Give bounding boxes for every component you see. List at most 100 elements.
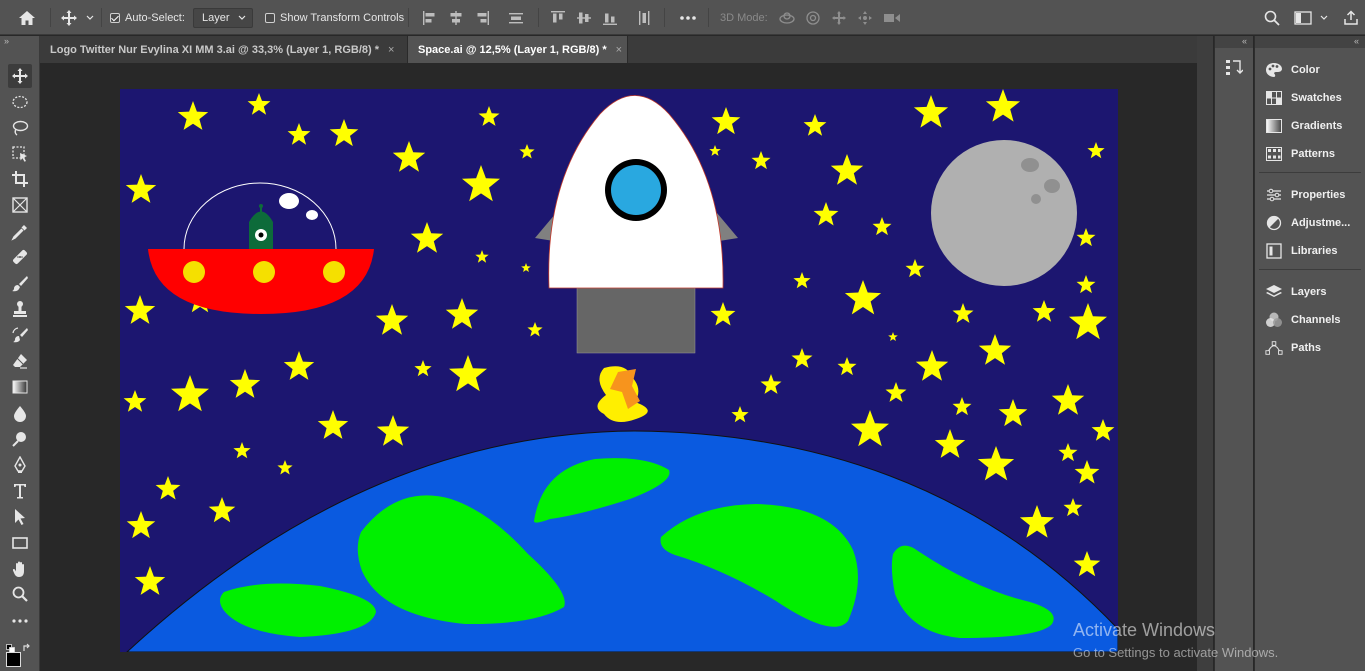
history-panel-icon[interactable]	[1225, 58, 1244, 83]
paths-icon	[1265, 339, 1283, 357]
document-canvas[interactable]	[120, 89, 1118, 652]
eraser-tool-icon[interactable]	[8, 349, 32, 373]
share-icon[interactable]	[1343, 0, 1359, 35]
align-left-edges-icon[interactable]	[422, 0, 438, 35]
panel-channels[interactable]: Channels	[1255, 306, 1365, 334]
scale-3d-icon[interactable]	[883, 0, 901, 35]
more-options-icon[interactable]	[679, 0, 697, 35]
color-swatches[interactable]	[6, 640, 32, 668]
adjustments-icon	[1265, 214, 1283, 232]
preset-chevron-down-icon[interactable]	[86, 0, 94, 35]
panel-label: Layers	[1291, 286, 1327, 298]
moon	[931, 140, 1077, 286]
layers-icon	[1265, 283, 1283, 301]
history-brush-tool-icon[interactable]	[8, 323, 32, 347]
align-top-edges-icon[interactable]	[550, 0, 566, 35]
distribute-vertical-icon[interactable]	[508, 0, 524, 35]
auto-select-label: Auto-Select:	[125, 11, 185, 24]
dodge-tool-icon[interactable]	[8, 427, 32, 451]
frame-tool-icon[interactable]	[8, 193, 32, 217]
distribute-horizontal-icon[interactable]	[636, 0, 652, 35]
auto-select-check-icon	[110, 12, 120, 23]
document-tab-bar: Logo Twitter Nur Evylina XI MM 3.ai @ 33…	[40, 36, 1197, 63]
tab-close-icon[interactable]: ×	[388, 44, 394, 56]
tab-close-icon[interactable]: ×	[616, 44, 622, 56]
show-transform-check-icon	[265, 12, 275, 23]
activate-windows-title: Activate Windows	[1073, 620, 1216, 640]
align-right-edges-icon[interactable]	[474, 0, 490, 35]
tab-logo-twitter[interactable]: Logo Twitter Nur Evylina XI MM 3.ai @ 33…	[40, 36, 408, 63]
align-bottom-edges-icon[interactable]	[602, 0, 618, 35]
object-selection-tool-icon[interactable]	[8, 142, 32, 166]
type-tool-icon[interactable]	[8, 479, 32, 503]
show-transform-checkbox[interactable]: Show Transform Controls	[265, 0, 404, 35]
panel-swatches[interactable]: Swatches	[1255, 84, 1365, 112]
pen-tool-icon[interactable]	[8, 453, 32, 477]
show-transform-label: Show Transform Controls	[280, 11, 405, 24]
panel-label: Color	[1291, 64, 1320, 76]
default-colors-icon[interactable]	[6, 640, 15, 653]
elliptical-marquee-tool-icon[interactable]	[8, 90, 32, 114]
dock-collapse-toggle[interactable]: «	[1215, 36, 1253, 48]
color-palette-icon	[1265, 61, 1283, 79]
search-icon[interactable]	[1264, 0, 1280, 35]
mode-3d-label: 3D Mode:	[720, 11, 768, 24]
panel-paths[interactable]: Paths	[1255, 334, 1365, 362]
pan-3d-icon[interactable]	[831, 0, 847, 35]
roll-3d-icon[interactable]	[805, 0, 821, 35]
tab-label: Logo Twitter Nur Evylina XI MM 3.ai @ 33…	[50, 43, 379, 56]
auto-select-target-dropdown[interactable]: Layer	[193, 7, 253, 28]
hand-tool-icon[interactable]	[8, 557, 32, 581]
gradient-tool-icon[interactable]	[8, 375, 32, 399]
workspace-chevron-down-icon[interactable]	[1320, 0, 1328, 35]
move-tool-icon[interactable]	[8, 64, 32, 88]
align-horizontal-centers-icon[interactable]	[448, 0, 464, 35]
brush-tool-icon[interactable]	[8, 271, 32, 295]
panel-layers[interactable]: Layers	[1255, 278, 1365, 306]
panel-gradients[interactable]: Gradients	[1255, 112, 1365, 140]
path-selection-tool-icon[interactable]	[8, 505, 32, 529]
foreground-color-swatch[interactable]	[6, 652, 21, 667]
tab-space[interactable]: Space.ai @ 12,5% (Layer 1, RGB/8) * ×	[408, 36, 628, 63]
activate-windows-subtitle: Go to Settings to activate Windows.	[1073, 645, 1279, 660]
eyedropper-tool-icon[interactable]	[8, 220, 32, 244]
tools-collapse-toggle[interactable]: »	[0, 36, 40, 48]
slide-3d-icon[interactable]	[857, 0, 873, 35]
move-tool-preset-icon[interactable]	[60, 0, 78, 35]
panels-collapse-toggle[interactable]: «	[1255, 36, 1365, 48]
healing-brush-tool-icon[interactable]	[8, 245, 32, 269]
gradients-icon	[1265, 117, 1283, 135]
rectangle-tool-icon[interactable]	[8, 531, 32, 555]
options-bar: Auto-Select: Layer Show Transform Contro…	[0, 0, 1365, 35]
tab-label: Space.ai @ 12,5% (Layer 1, RGB/8) *	[418, 43, 607, 56]
panel-properties[interactable]: Properties	[1255, 181, 1365, 209]
zoom-tool-icon[interactable]	[8, 582, 32, 606]
dropdown-chevron-icon	[238, 15, 245, 20]
collapsed-panel-dock: «	[1214, 36, 1253, 671]
tools-panel: »	[0, 36, 40, 671]
home-icon[interactable]	[18, 0, 36, 35]
libraries-icon	[1265, 242, 1283, 260]
panel-libraries[interactable]: Libraries	[1255, 237, 1365, 265]
clone-stamp-tool-icon[interactable]	[8, 297, 32, 321]
panel-patterns[interactable]: Patterns	[1255, 140, 1365, 168]
swap-colors-icon[interactable]	[22, 640, 32, 658]
align-vertical-centers-icon[interactable]	[576, 0, 592, 35]
orbit-3d-icon[interactable]	[778, 0, 796, 35]
panel-adjustments[interactable]: Adjustme...	[1255, 209, 1365, 237]
panel-label: Channels	[1291, 314, 1341, 326]
blur-tool-icon[interactable]	[8, 401, 32, 425]
swatches-grid-icon	[1265, 89, 1283, 107]
panel-color[interactable]: Color	[1255, 56, 1365, 84]
crop-tool-icon[interactable]	[8, 167, 32, 191]
properties-sliders-icon	[1265, 186, 1283, 204]
more-tools-icon[interactable]	[8, 609, 32, 633]
panel-label: Libraries	[1291, 245, 1338, 257]
canvas-vertical-scrollbar[interactable]	[1197, 36, 1213, 671]
workspace-switcher-icon[interactable]	[1294, 0, 1312, 35]
panel-label: Swatches	[1291, 92, 1342, 104]
lasso-tool-icon[interactable]	[8, 116, 32, 140]
auto-select-checkbox[interactable]: Auto-Select:	[110, 0, 185, 35]
panel-divider	[1259, 269, 1361, 270]
auto-select-target-value: Layer	[202, 11, 230, 24]
